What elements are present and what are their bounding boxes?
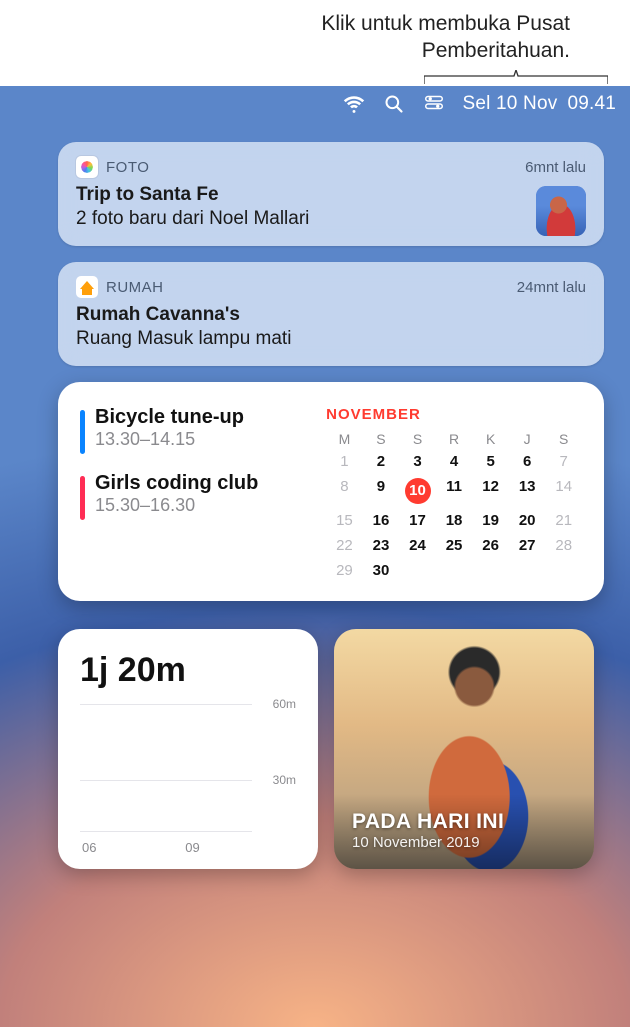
- calendar-day[interactable]: 29: [326, 562, 363, 579]
- calendar-day[interactable]: 28: [545, 537, 582, 554]
- calendar-day[interactable]: 9: [363, 478, 400, 504]
- notification-time: 24mnt lalu: [517, 279, 586, 296]
- calendar-day[interactable]: 25: [436, 537, 473, 554]
- notification-body: 2 foto baru dari Noel Mallari: [76, 208, 586, 230]
- menubar-time: 09.41: [567, 93, 616, 115]
- control-center-icon[interactable]: [423, 93, 445, 115]
- chart-xlabel: [218, 840, 252, 855]
- calendar-day[interactable]: 22: [326, 537, 363, 554]
- photos-memory-widget[interactable]: PADA HARI INI 10 November 2019: [334, 629, 594, 869]
- calendar-day[interactable]: 12: [472, 478, 509, 504]
- calendar-day[interactable]: 7: [545, 453, 582, 470]
- screentime-total: 1j 20m: [80, 651, 296, 690]
- event-time: 15.30–16.30: [95, 495, 258, 516]
- chart-xlabel: [149, 840, 183, 855]
- calendar-widget[interactable]: Bicycle tune-up 13.30–14.15 Girls coding…: [58, 382, 604, 601]
- calendar-day[interactable]: 15: [326, 512, 363, 529]
- calendar-dow: J: [509, 431, 546, 447]
- calendar-dow: S: [363, 431, 400, 447]
- calendar-day[interactable]: 13: [509, 478, 546, 504]
- calendar-day[interactable]: 6: [509, 453, 546, 470]
- calendar-grid: 1234567891011121314151617181920212223242…: [326, 453, 582, 579]
- calendar-dow-row: MSSRKJS: [326, 431, 582, 447]
- annotation-line2: Pemberitahuan.: [422, 39, 570, 62]
- calendar-day[interactable]: 21: [545, 512, 582, 529]
- calendar-mini: NOVEMBER MSSRKJS 12345678910111213141516…: [326, 406, 582, 579]
- menubar-datetime[interactable]: Sel 10 Nov 09.41: [463, 93, 617, 115]
- calendar-day[interactable]: 2: [363, 453, 400, 470]
- calendar-day[interactable]: 16: [363, 512, 400, 529]
- calendar-day[interactable]: 18: [436, 512, 473, 529]
- menubar: Sel 10 Nov 09.41: [0, 86, 630, 122]
- calendar-day[interactable]: 8: [326, 478, 363, 504]
- notification-thumbnail: [536, 186, 586, 236]
- calendar-day[interactable]: 11: [436, 478, 473, 504]
- calendar-day[interactable]: 30: [363, 562, 400, 579]
- notification-title: Rumah Cavanna's: [76, 304, 586, 326]
- calendar-day[interactable]: 5: [472, 453, 509, 470]
- calendar-day[interactable]: 14: [545, 478, 582, 504]
- photo-memory-title: PADA HARI INI: [352, 810, 576, 834]
- chart-xaxis: 06 09: [80, 840, 252, 855]
- calendar-day[interactable]: 19: [472, 512, 509, 529]
- calendar-dow: K: [472, 431, 509, 447]
- calendar-day[interactable]: 3: [399, 453, 436, 470]
- notification-header: RUMAH 24mnt lalu: [76, 276, 586, 298]
- event-title: Girls coding club: [95, 472, 258, 495]
- calendar-day[interactable]: 23: [363, 537, 400, 554]
- calendar-day[interactable]: 27: [509, 537, 546, 554]
- calendar-month-label: NOVEMBER: [326, 406, 582, 423]
- calendar-day[interactable]: 10: [399, 478, 436, 504]
- annotation-line1: Klik untuk membuka Pusat: [321, 12, 570, 35]
- event-time: 13.30–14.15: [95, 429, 244, 450]
- calendar-events: Bicycle tune-up 13.30–14.15 Girls coding…: [80, 406, 316, 579]
- calendar-day[interactable]: 4: [436, 453, 473, 470]
- chart-xlabel: 06: [80, 840, 114, 855]
- help-annotation: Klik untuk membuka Pusat Pemberitahuan.: [321, 10, 570, 65]
- calendar-dow: R: [436, 431, 473, 447]
- calendar-day[interactable]: 1: [326, 453, 363, 470]
- notification-appname: FOTO: [106, 159, 149, 176]
- photos-app-icon: [76, 156, 98, 178]
- chart-xlabel: [114, 840, 148, 855]
- desktop: Sel 10 Nov 09.41 FOTO 6mnt lalu Trip to …: [0, 86, 630, 1027]
- screentime-chart: 60m 30m 0609: [80, 704, 296, 855]
- notification-photos[interactable]: FOTO 6mnt lalu Trip to Santa Fe 2 foto b…: [58, 142, 604, 246]
- calendar-event[interactable]: Girls coding club 15.30–16.30: [80, 472, 316, 520]
- calendar-dow: S: [399, 431, 436, 447]
- home-app-icon: [76, 276, 98, 298]
- annotation-bracket: [424, 70, 608, 88]
- notification-header: FOTO 6mnt lalu: [76, 156, 586, 178]
- spotlight-icon[interactable]: [383, 93, 405, 115]
- notification-appname: RUMAH: [106, 279, 164, 296]
- chart-xlabel: 09: [183, 840, 217, 855]
- notification-home[interactable]: RUMAH 24mnt lalu Rumah Cavanna's Ruang M…: [58, 262, 604, 366]
- chart-ylabel-mid: 30m: [273, 773, 296, 787]
- calendar-dow: S: [545, 431, 582, 447]
- screentime-widget[interactable]: 1j 20m 60m 30m 06 09: [58, 629, 318, 869]
- notification-body: Ruang Masuk lampu mati: [76, 328, 586, 350]
- menubar-date: Sel 10 Nov: [463, 93, 558, 115]
- event-color-bar: [80, 476, 85, 520]
- event-color-bar: [80, 410, 85, 454]
- calendar-dow: M: [326, 431, 363, 447]
- photo-memory-overlay: PADA HARI INI 10 November 2019: [334, 794, 594, 869]
- chart-ylabel-max: 60m: [273, 697, 296, 711]
- photo-memory-subtitle: 10 November 2019: [352, 834, 576, 851]
- calendar-day[interactable]: 24: [399, 537, 436, 554]
- calendar-day[interactable]: 20: [509, 512, 546, 529]
- notification-time: 6mnt lalu: [525, 159, 586, 176]
- calendar-event[interactable]: Bicycle tune-up 13.30–14.15: [80, 406, 316, 454]
- calendar-day[interactable]: 26: [472, 537, 509, 554]
- event-title: Bicycle tune-up: [95, 406, 244, 429]
- calendar-day[interactable]: 17: [399, 512, 436, 529]
- notification-title: Trip to Santa Fe: [76, 184, 586, 206]
- wifi-icon[interactable]: [343, 93, 365, 115]
- notification-center: FOTO 6mnt lalu Trip to Santa Fe 2 foto b…: [0, 122, 630, 869]
